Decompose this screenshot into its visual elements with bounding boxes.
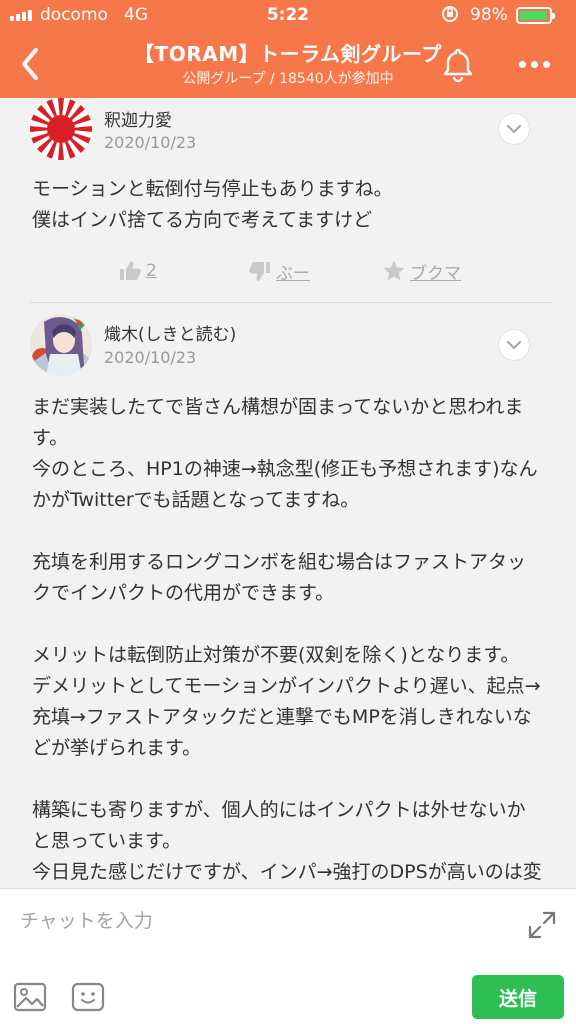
post-paragraph: 充填を利用するロングコンボを組む場合はファストアタックでインパクトの代用ができま… <box>32 551 527 604</box>
post-paragraph: まだ実装したてで皆さん構想が固まってないかと思われます。 今のところ、HP1の神… <box>32 396 538 511</box>
chat-input[interactable] <box>20 903 500 939</box>
author-name[interactable]: 熾木(しきと読む) <box>104 320 236 345</box>
more-options-button[interactable] <box>512 46 556 82</box>
post-date: 2020/10/23 <box>104 133 197 152</box>
post-paragraph: 構築にも寄りますが、個人的にはインパクトは外せないかと思っています。 今日見た感… <box>32 799 542 883</box>
star-icon <box>383 260 405 281</box>
post-actions: 2 ぶー ブクマ <box>0 256 576 286</box>
rising-sun-avatar-icon <box>30 98 92 160</box>
sticker-button[interactable] <box>70 979 106 1015</box>
group-subtitle: 公開グループ / 18540人が参加中 <box>182 71 394 87</box>
expand-input-button[interactable] <box>526 909 558 941</box>
post-menu-button[interactable] <box>498 329 530 361</box>
rotation-lock-icon <box>440 4 460 29</box>
like-count: 2 <box>146 261 157 281</box>
group-title: 【TORAM】トーラム剣グループ <box>134 42 442 66</box>
avatar[interactable] <box>30 98 92 160</box>
image-icon <box>13 982 47 1012</box>
post-divider <box>30 302 552 303</box>
post-body: モーションと転倒付与停止もありますね。 僕はインパ捨てる方向で考えてますけど <box>32 174 544 236</box>
send-button[interactable]: 送信 <box>472 975 564 1019</box>
boo-label: ぶー <box>276 263 310 284</box>
bookmark-label: ブクマ <box>410 263 461 284</box>
image-attach-button[interactable] <box>12 979 48 1015</box>
battery-icon <box>516 7 555 24</box>
anime-character-avatar-icon <box>30 314 92 376</box>
dot <box>518 60 526 68</box>
avatar[interactable] <box>30 314 92 376</box>
chevron-down-icon <box>506 340 522 350</box>
boo-button[interactable]: ぶー <box>248 256 310 286</box>
like-button[interactable]: 2 <box>118 256 157 286</box>
battery-percent: 98% <box>470 5 508 25</box>
thumbs-down-icon <box>249 262 270 281</box>
status-bar: docomo 4G 5:22 98% <box>0 0 576 30</box>
app-header: 【TORAM】トーラム剣グループ 公開グループ / 18540人が参加中 <box>0 30 576 98</box>
sticker-icon <box>71 982 105 1012</box>
chat-input-bar: 送信 <box>0 888 576 1024</box>
message-thread[interactable]: 釈迦力愛 2020/10/23 モーションと転倒付与停止もありますね。 僕はイン… <box>0 98 576 888</box>
post-menu-button[interactable] <box>498 113 530 145</box>
post-date: 2020/10/23 <box>104 348 197 367</box>
bell-icon <box>443 48 473 83</box>
notification-button[interactable] <box>438 44 478 84</box>
bookmark-button[interactable]: ブクマ <box>382 256 461 286</box>
thumbs-up-icon <box>120 261 141 280</box>
post-paragraph: モーションと転倒付与停止もありますね。 僕はインパ捨てる方向で考えてますけど <box>32 178 393 231</box>
post-body: まだ実装したてで皆さん構想が固まってないかと思われます。 今のところ、HP1の神… <box>32 392 544 888</box>
author-name[interactable]: 釈迦力愛 <box>104 106 172 131</box>
dot <box>530 60 538 68</box>
chevron-down-icon <box>506 124 522 134</box>
post-paragraph: メリットは転倒防止対策が不要(双剣を除く)となります。 デメリットとしてモーショ… <box>32 644 541 759</box>
dot <box>542 60 550 68</box>
expand-icon <box>528 911 556 939</box>
